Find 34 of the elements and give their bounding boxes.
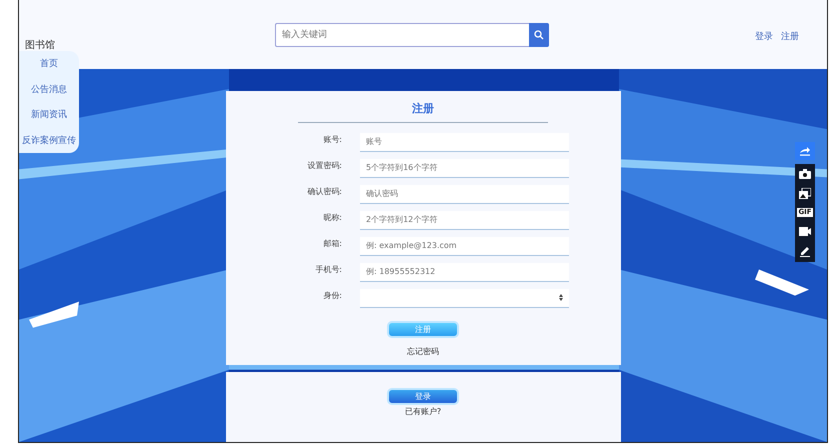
field-label: 昵称:: [322, 212, 343, 222]
field-label: 邮箱:: [322, 238, 343, 248]
menu-item[interactable]: 首页: [40, 57, 58, 70]
field-label: 设置密码:: [306, 160, 343, 170]
camera-icon[interactable]: [799, 169, 811, 179]
menu-item[interactable]: 新闻资讯: [31, 108, 67, 122]
input-field[interactable]: 确认密码: [360, 184, 569, 204]
site-logo-text: 图书馆: [25, 38, 56, 52]
login-button[interactable]: 登录: [387, 388, 459, 405]
menu-item[interactable]: 公告消息: [31, 82, 67, 96]
field-label: 确认密码:: [306, 186, 343, 196]
field-label: 手机号:: [314, 264, 343, 274]
share-icon[interactable]: [795, 142, 815, 160]
select-field[interactable]: [360, 288, 569, 308]
pen-icon[interactable]: [799, 245, 811, 257]
field-label: 账号:: [322, 134, 343, 144]
forgot-password-link[interactable]: 忘记密码: [407, 346, 439, 357]
caret-icon: [559, 294, 563, 301]
account-link[interactable]: 已有账户?: [404, 406, 442, 417]
search-icon: [534, 30, 544, 40]
input-field[interactable]: 例: example@123.com: [360, 236, 569, 256]
field-label: 身份:: [322, 290, 343, 300]
image-icon[interactable]: [799, 188, 811, 199]
search-button[interactable]: [529, 22, 549, 46]
input-field[interactable]: 2个字符到12个字符: [360, 210, 569, 230]
input-field[interactable]: 账号: [360, 132, 569, 152]
input-field[interactable]: 例: 18955552312: [360, 262, 569, 282]
search-field[interactable]: 输入关键词: [275, 22, 529, 46]
header-link[interactable]: 注册: [781, 30, 799, 43]
form-title: 注册: [412, 101, 434, 116]
menu-item[interactable]: 反诈案例宣传: [22, 134, 76, 147]
header-link[interactable]: 登录: [755, 30, 773, 43]
input-field[interactable]: 5个字符到16个字符: [360, 158, 569, 178]
video-icon[interactable]: [799, 226, 811, 236]
